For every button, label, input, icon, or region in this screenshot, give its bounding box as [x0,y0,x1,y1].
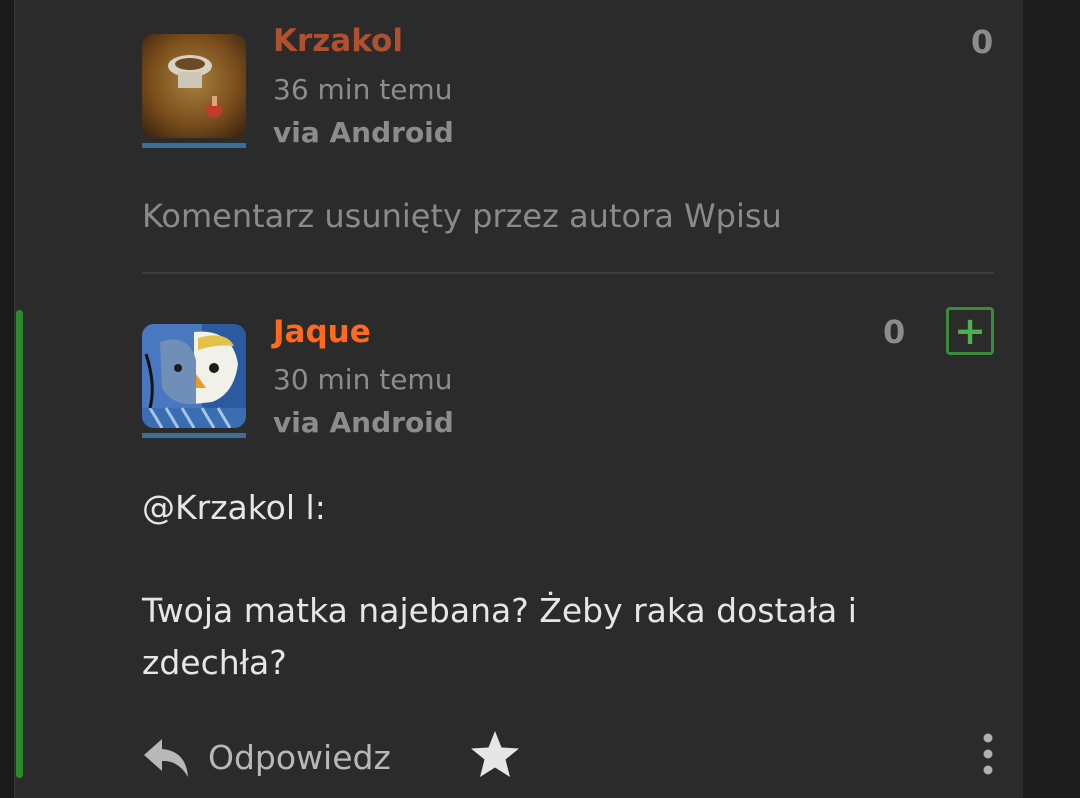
deleted-comment-notice: Komentarz usunięty przez autora Wpisu [142,197,782,235]
right-gutter [1023,0,1080,798]
reply-arrow-icon [144,739,188,777]
star-icon [471,731,519,777]
avatar-underline [142,143,246,148]
avatar-underline [142,433,246,438]
more-options-button[interactable] [972,730,1004,780]
new-comment-indicator [16,310,23,778]
username-jaque[interactable]: Jaque [273,317,371,348]
comment-body-line: zdechła? [142,643,287,682]
comment-body-line: Twoja matka najebana? Żeby raka dostała … [142,591,857,630]
avatar-krzakol[interactable] [142,34,246,138]
comment-source: via Android [273,116,454,149]
vote-score: 0 [971,23,994,61]
avatar-image [142,324,246,428]
reply-label: Odpowiedz [208,737,391,777]
more-vertical-icon [983,733,993,775]
avatar-image [142,34,246,138]
comment-source: via Android [273,406,454,439]
vote-score: 0 [883,313,906,351]
comment-time: 36 min temu [273,73,453,106]
favorite-button[interactable] [468,728,522,782]
username-krzakol[interactable]: Krzakol [273,26,403,57]
reply-button[interactable]: Odpowiedz [142,732,391,782]
screen: Krzakol 36 min temu via Android 0 Koment… [0,0,1080,798]
comment-time: 30 min temu [273,363,453,396]
comment-divider [142,272,994,274]
upvote-button[interactable]: + [946,307,994,355]
avatar-jaque[interactable] [142,324,246,428]
comment-body-line: @Krzakol l: [142,488,326,527]
